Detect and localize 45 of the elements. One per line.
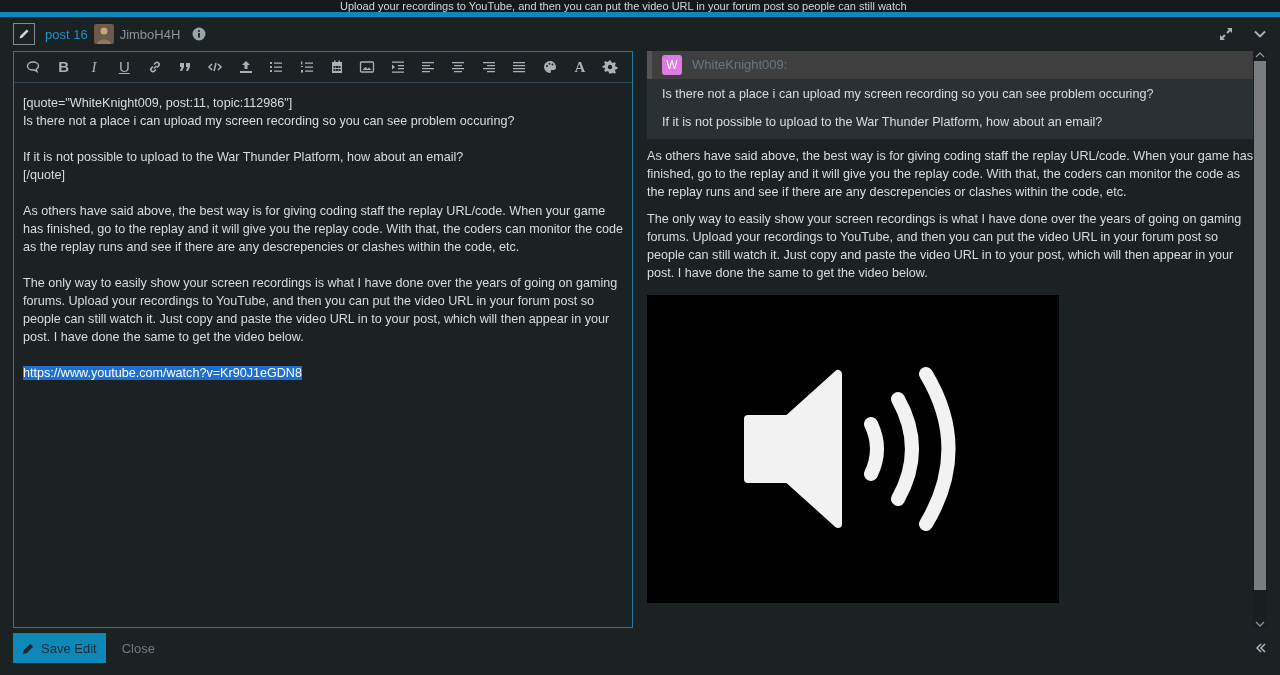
bulleted-list-icon[interactable]: [268, 59, 285, 75]
speech-bubble-icon[interactable]: [25, 59, 42, 75]
post-link[interactable]: post 16: [45, 26, 88, 42]
expand-icon[interactable]: [1219, 27, 1233, 41]
image-icon[interactable]: [359, 59, 376, 75]
quote-text: If it is not possible to upload to the War Thunder Platform, how about an email?: [662, 115, 1103, 129]
indent-icon[interactable]: [389, 59, 406, 75]
edit-icon[interactable]: [13, 23, 35, 45]
editor-text: As others have said above, the best way is for giving coding staff the replay URL/code. When your game has finished, go to the replay and it will give you the replay code. With that, the coders can monitor the code as the replay runs and see if there are any descrepencies or clashes within the code, etc.: [23, 204, 623, 254]
editor-text: Is there not a place i can upload my screen recording so you can see problem occuring?: [23, 114, 515, 128]
underline-button[interactable]: U: [116, 59, 133, 75]
editor-text: If it is not possible to upload to the War Thunder Platform, how about an email?: [23, 150, 464, 164]
preview-text: As others have said above, the best way is for giving coding staff the replay URL/code. When your game has finished, go to the replay and it will give you the replay code. With that, the coders can monitor the code as the replay runs and see if there are any descrepencies or clashes within the code, etc.: [647, 149, 1253, 199]
info-icon[interactable]: [192, 27, 207, 41]
italic-button[interactable]: I: [85, 59, 102, 75]
editor-text: The only way to easily show your screen recordings is what I have done over the years of going on gaming forums. Upload your recordings to YouTube, and then you can put the video URL in your forum post so people can still watch it. Just copy and paste the video URL in to your post, which will then appear in your post. I have done the same to get the video below.: [23, 276, 618, 344]
pencil-icon: [22, 641, 35, 655]
avatar-letter: W: [662, 55, 682, 75]
quote-text: Is there not a place i can upload my screen recording so you can see problem occuring?: [662, 87, 1154, 101]
align-center-icon[interactable]: [450, 59, 467, 75]
settings-icon[interactable]: [602, 59, 619, 75]
collapse-icon[interactable]: [1255, 642, 1267, 654]
numbered-list-icon[interactable]: [298, 59, 315, 75]
font-button[interactable]: A: [571, 59, 588, 75]
scrollbar-thumb[interactable]: [1254, 61, 1266, 590]
editor-field[interactable]: [13, 51, 633, 628]
background-text: Upload your recordings to YouTube, and then you can put the video URL in your forum post so people can still watch: [340, 0, 907, 12]
quote-author: WhiteKnight009:: [692, 56, 788, 74]
editor-text: [/quote]: [23, 168, 65, 182]
selected-text: https://www.youtube.com/watch?v=Kr90J1eGDN8: [23, 366, 302, 380]
align-left-icon[interactable]: [420, 59, 437, 75]
preview-text: The only way to easily show your screen recordings is what I have done over the years of going on gaming forums. Upload your recordings to YouTube, and then you can put the video URL in your forum post so people can still watch it. Just copy and paste the video URL in to your post, which will then appear in your post. I have done the same to get the video below.: [647, 212, 1242, 280]
close-link[interactable]: Close: [121, 640, 155, 656]
save-edit-button[interactable]: Save Edit: [13, 633, 106, 663]
editor-text: [quote="WhiteKnight009, post:11, topic:112986"]: [23, 96, 293, 110]
align-right-icon[interactable]: [480, 59, 497, 75]
video-embed[interactable]: [647, 295, 1059, 603]
palette-icon[interactable]: [541, 59, 558, 75]
scroll-down-icon[interactable]: [1255, 620, 1265, 628]
user-avatar: [93, 24, 114, 44]
bold-button[interactable]: B: [55, 59, 72, 75]
upload-icon[interactable]: [237, 59, 254, 75]
username[interactable]: JimboH4H: [119, 26, 181, 42]
align-justify-icon[interactable]: [511, 59, 528, 75]
scroll-up-icon[interactable]: [1255, 51, 1265, 59]
